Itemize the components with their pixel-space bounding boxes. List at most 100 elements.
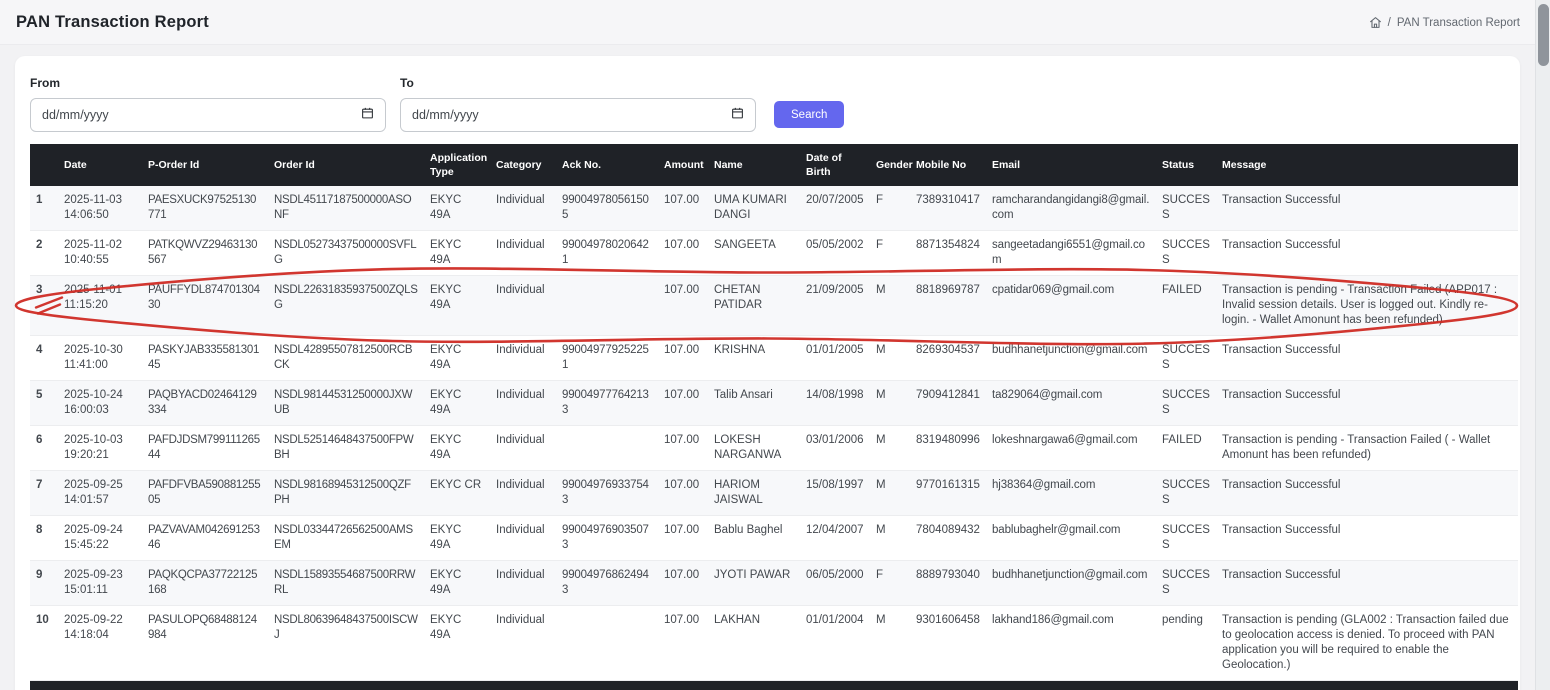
cell-email: budhhanetjunction@gmail.com <box>986 336 1156 381</box>
from-date-group: From <box>30 76 386 132</box>
cell-row-number: 6 <box>30 426 58 471</box>
cell-p-order-id: PAZVAVAM04269125346 <box>142 516 268 561</box>
scrollbar-track[interactable] <box>1535 0 1550 690</box>
cell-gender: M <box>870 426 910 471</box>
cell-ack-no: 990049769337543 <box>556 471 658 516</box>
cell-date: 2025-09-25 14:01:57 <box>58 471 142 516</box>
cell-status: SUCCESS <box>1156 516 1216 561</box>
scrollbar-thumb[interactable] <box>1538 4 1549 66</box>
to-date-field[interactable] <box>400 98 756 132</box>
column-date-of-birth: Date of Birth <box>800 144 870 186</box>
cell-date-of-birth: 01/01/2004 <box>800 606 870 681</box>
table-row: 7 2025-09-25 14:01:57 PAFDFVBA5908812550… <box>30 471 1518 516</box>
column-category: Category <box>490 144 556 186</box>
cell-row-number: 2 <box>30 231 58 276</box>
cell-gender: F <box>870 231 910 276</box>
cell-ack-no <box>556 276 658 336</box>
cell-category: Individual <box>490 231 556 276</box>
cell-row-number: 4 <box>30 336 58 381</box>
from-date-input[interactable] <box>42 108 332 122</box>
home-icon[interactable] <box>1369 16 1382 29</box>
cell-status: FAILED <box>1156 276 1216 336</box>
cell-category: Individual <box>490 471 556 516</box>
page-title: PAN Transaction Report <box>16 13 209 32</box>
cell-mobile-no: 9770161315 <box>910 471 986 516</box>
from-date-field[interactable] <box>30 98 386 132</box>
table-row: 1 2025-11-03 14:06:50 PAESXUCK9752513077… <box>30 186 1518 231</box>
cell-amount: 107.00 <box>658 426 708 471</box>
cell-date: 2025-10-30 11:41:00 <box>58 336 142 381</box>
cell-order-id: NSDL03344726562500AMSEM <box>268 516 424 561</box>
cell-mobile-no: 8319480996 <box>910 426 986 471</box>
cell-ack-no: 990049780561505 <box>556 186 658 231</box>
cell-status: SUCCESS <box>1156 381 1216 426</box>
cell-date: 2025-10-03 19:20:21 <box>58 426 142 471</box>
cell-application-type: EKYC 49A <box>424 186 490 231</box>
cell-application-type: EKYC 49A <box>424 336 490 381</box>
cell-email: lakhand186@gmail.com <box>986 606 1156 681</box>
cell-p-order-id: PAFDFVBA59088125505 <box>142 471 268 516</box>
table-row: 5 2025-10-24 16:00:03 PAQBYACD0246412933… <box>30 381 1518 426</box>
cell-order-id: NSDL98168945312500QZFPH <box>268 471 424 516</box>
cell-p-order-id: PAQKQCPA37722125168 <box>142 561 268 606</box>
cell-p-order-id: PAESXUCK97525130771 <box>142 186 268 231</box>
cell-mobile-no: 9301606458 <box>910 606 986 681</box>
cell-order-id: NSDL52514648437500FPWBH <box>268 426 424 471</box>
cell-gender: M <box>870 336 910 381</box>
cell-date-of-birth: 14/08/1998 <box>800 381 870 426</box>
cell-message: Transaction Successful <box>1216 516 1518 561</box>
cell-status: pending <box>1156 606 1216 681</box>
cell-p-order-id: PAQBYACD02464129334 <box>142 381 268 426</box>
cell-mobile-no: 8269304537 <box>910 336 986 381</box>
top-bar: PAN Transaction Report / PAN Transaction… <box>0 0 1550 45</box>
cell-order-id: NSDL22631835937500ZQLSG <box>268 276 424 336</box>
cell-message: Transaction Successful <box>1216 336 1518 381</box>
cell-date-of-birth: 01/01/2005 <box>800 336 870 381</box>
to-date-input[interactable] <box>412 108 702 122</box>
cell-p-order-id: PAFDJDSM79911126544 <box>142 426 268 471</box>
cell-amount: 107.00 <box>658 231 708 276</box>
cell-amount: 107.00 <box>658 186 708 231</box>
breadcrumb: / PAN Transaction Report <box>1369 16 1520 29</box>
cell-application-type: EKYC 49A <box>424 231 490 276</box>
column-amount: Amount <box>658 144 708 186</box>
cell-row-number: 10 <box>30 606 58 681</box>
cell-gender: F <box>870 561 910 606</box>
cell-status: SUCCESS <box>1156 186 1216 231</box>
cell-email: ta829064@gmail.com <box>986 381 1156 426</box>
cell-application-type: EKYC 49A <box>424 276 490 336</box>
cell-amount: 107.00 <box>658 471 708 516</box>
cell-p-order-id: PASKYJAB33558130145 <box>142 336 268 381</box>
cell-row-number: 5 <box>30 381 58 426</box>
cell-category: Individual <box>490 186 556 231</box>
cell-application-type: EKYC 49A <box>424 516 490 561</box>
cell-category: Individual <box>490 336 556 381</box>
cell-ack-no: 990049780206421 <box>556 231 658 276</box>
calendar-icon[interactable] <box>361 106 374 125</box>
cell-mobile-no: 8871354824 <box>910 231 986 276</box>
cell-amount: 107.00 <box>658 606 708 681</box>
search-button[interactable]: Search <box>774 101 844 128</box>
column-status: Status <box>1156 144 1216 186</box>
cell-date-of-birth: 12/04/2007 <box>800 516 870 561</box>
cell-date: 2025-11-02 10:40:55 <box>58 231 142 276</box>
cell-date: 2025-11-03 14:06:50 <box>58 186 142 231</box>
cell-order-id: NSDL42895507812500RCBCK <box>268 336 424 381</box>
from-label: From <box>30 76 386 90</box>
cell-order-id: NSDL80639648437500ISCWJ <box>268 606 424 681</box>
cell-message: Transaction Successful <box>1216 231 1518 276</box>
cell-order-id: NSDL15893554687500RRWRL <box>268 561 424 606</box>
cell-name: CHETAN PATIDAR <box>708 276 800 336</box>
cell-date: 2025-10-24 16:00:03 <box>58 381 142 426</box>
cell-row-number: 1 <box>30 186 58 231</box>
filters: From To Search <box>30 76 1505 132</box>
calendar-icon[interactable] <box>731 106 744 125</box>
cell-message: Transaction Successful <box>1216 186 1518 231</box>
to-label: To <box>400 76 756 90</box>
table-row: 3 2025-11-01 11:15:20 PAUFFYDL8747013043… <box>30 276 1518 336</box>
cell-name: KRISHNA <box>708 336 800 381</box>
cell-amount: 107.00 <box>658 336 708 381</box>
cell-application-type: EKYC 49A <box>424 606 490 681</box>
cell-date: 2025-09-22 14:18:04 <box>58 606 142 681</box>
cell-amount: 107.00 <box>658 381 708 426</box>
